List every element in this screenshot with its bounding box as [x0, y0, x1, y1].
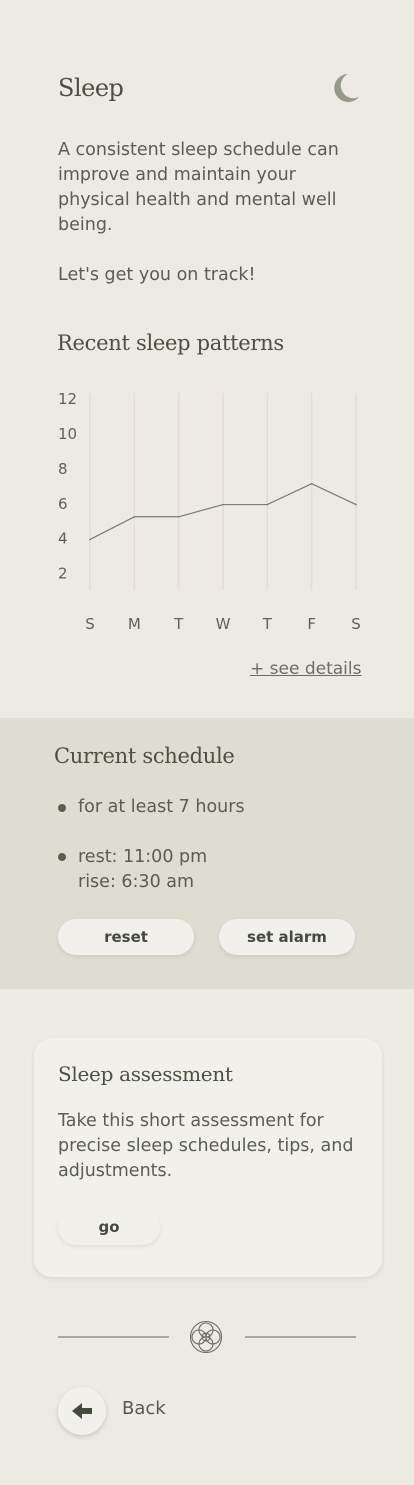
- x-tick-label: T: [262, 615, 273, 633]
- schedule-rise-time: rise: 6:30 am: [78, 872, 195, 892]
- reset-button[interactable]: reset: [58, 919, 194, 955]
- flower-icon: [189, 1320, 223, 1354]
- divider-line-right: [245, 1336, 356, 1338]
- sleep-data-point: [89, 538, 91, 541]
- x-tick-label: S: [351, 615, 361, 633]
- y-tick-label: 12: [58, 390, 77, 408]
- moon-icon: [334, 74, 359, 102]
- back-button[interactable]: [58, 1387, 106, 1435]
- recent-sleep-title: Recent sleep patterns: [57, 331, 284, 355]
- set-alarm-button[interactable]: set alarm: [219, 919, 355, 955]
- assessment-title: Sleep assessment: [58, 1062, 233, 1086]
- y-tick-label: 4: [58, 530, 68, 548]
- sleep-data-point: [310, 482, 313, 485]
- sleep-data-point: [355, 503, 357, 506]
- bullet-icon: [58, 853, 66, 861]
- x-tick-label: T: [173, 615, 184, 633]
- arrow-left-icon: [72, 1403, 92, 1419]
- y-tick-label: 10: [58, 425, 77, 443]
- x-tick-label: W: [216, 615, 231, 633]
- go-button[interactable]: go: [58, 1209, 160, 1245]
- y-tick-label: 6: [58, 495, 68, 513]
- intro-cta: Let's get you on track!: [58, 265, 256, 285]
- divider-line-left: [58, 1336, 169, 1338]
- sleep-data-point: [133, 515, 136, 518]
- assessment-text: Take this short assessment for precise s…: [58, 1111, 354, 1181]
- x-tick-label: S: [85, 615, 95, 633]
- sleep-data-point: [177, 515, 180, 518]
- intro-text: A consistent sleep schedule can improve …: [58, 140, 339, 235]
- schedule-title: Current schedule: [54, 744, 235, 768]
- back-label[interactable]: Back: [122, 1398, 166, 1419]
- schedule-duration: for at least 7 hours: [78, 797, 245, 817]
- schedule-rest-time: rest: 11:00 pm: [78, 847, 208, 867]
- y-tick-label: 2: [58, 565, 68, 583]
- sleep-chart: 2 4 6 8 10 12 S M T W T F S: [58, 390, 361, 633]
- x-tick-label: F: [307, 615, 316, 633]
- bullet-icon: [58, 804, 66, 812]
- sleep-data-point: [266, 503, 269, 506]
- sleep-data-point: [222, 503, 224, 506]
- see-details-link[interactable]: + see details: [250, 659, 361, 679]
- y-tick-label: 8: [58, 460, 68, 478]
- x-tick-label: M: [128, 615, 141, 633]
- page-title: Sleep: [58, 74, 124, 102]
